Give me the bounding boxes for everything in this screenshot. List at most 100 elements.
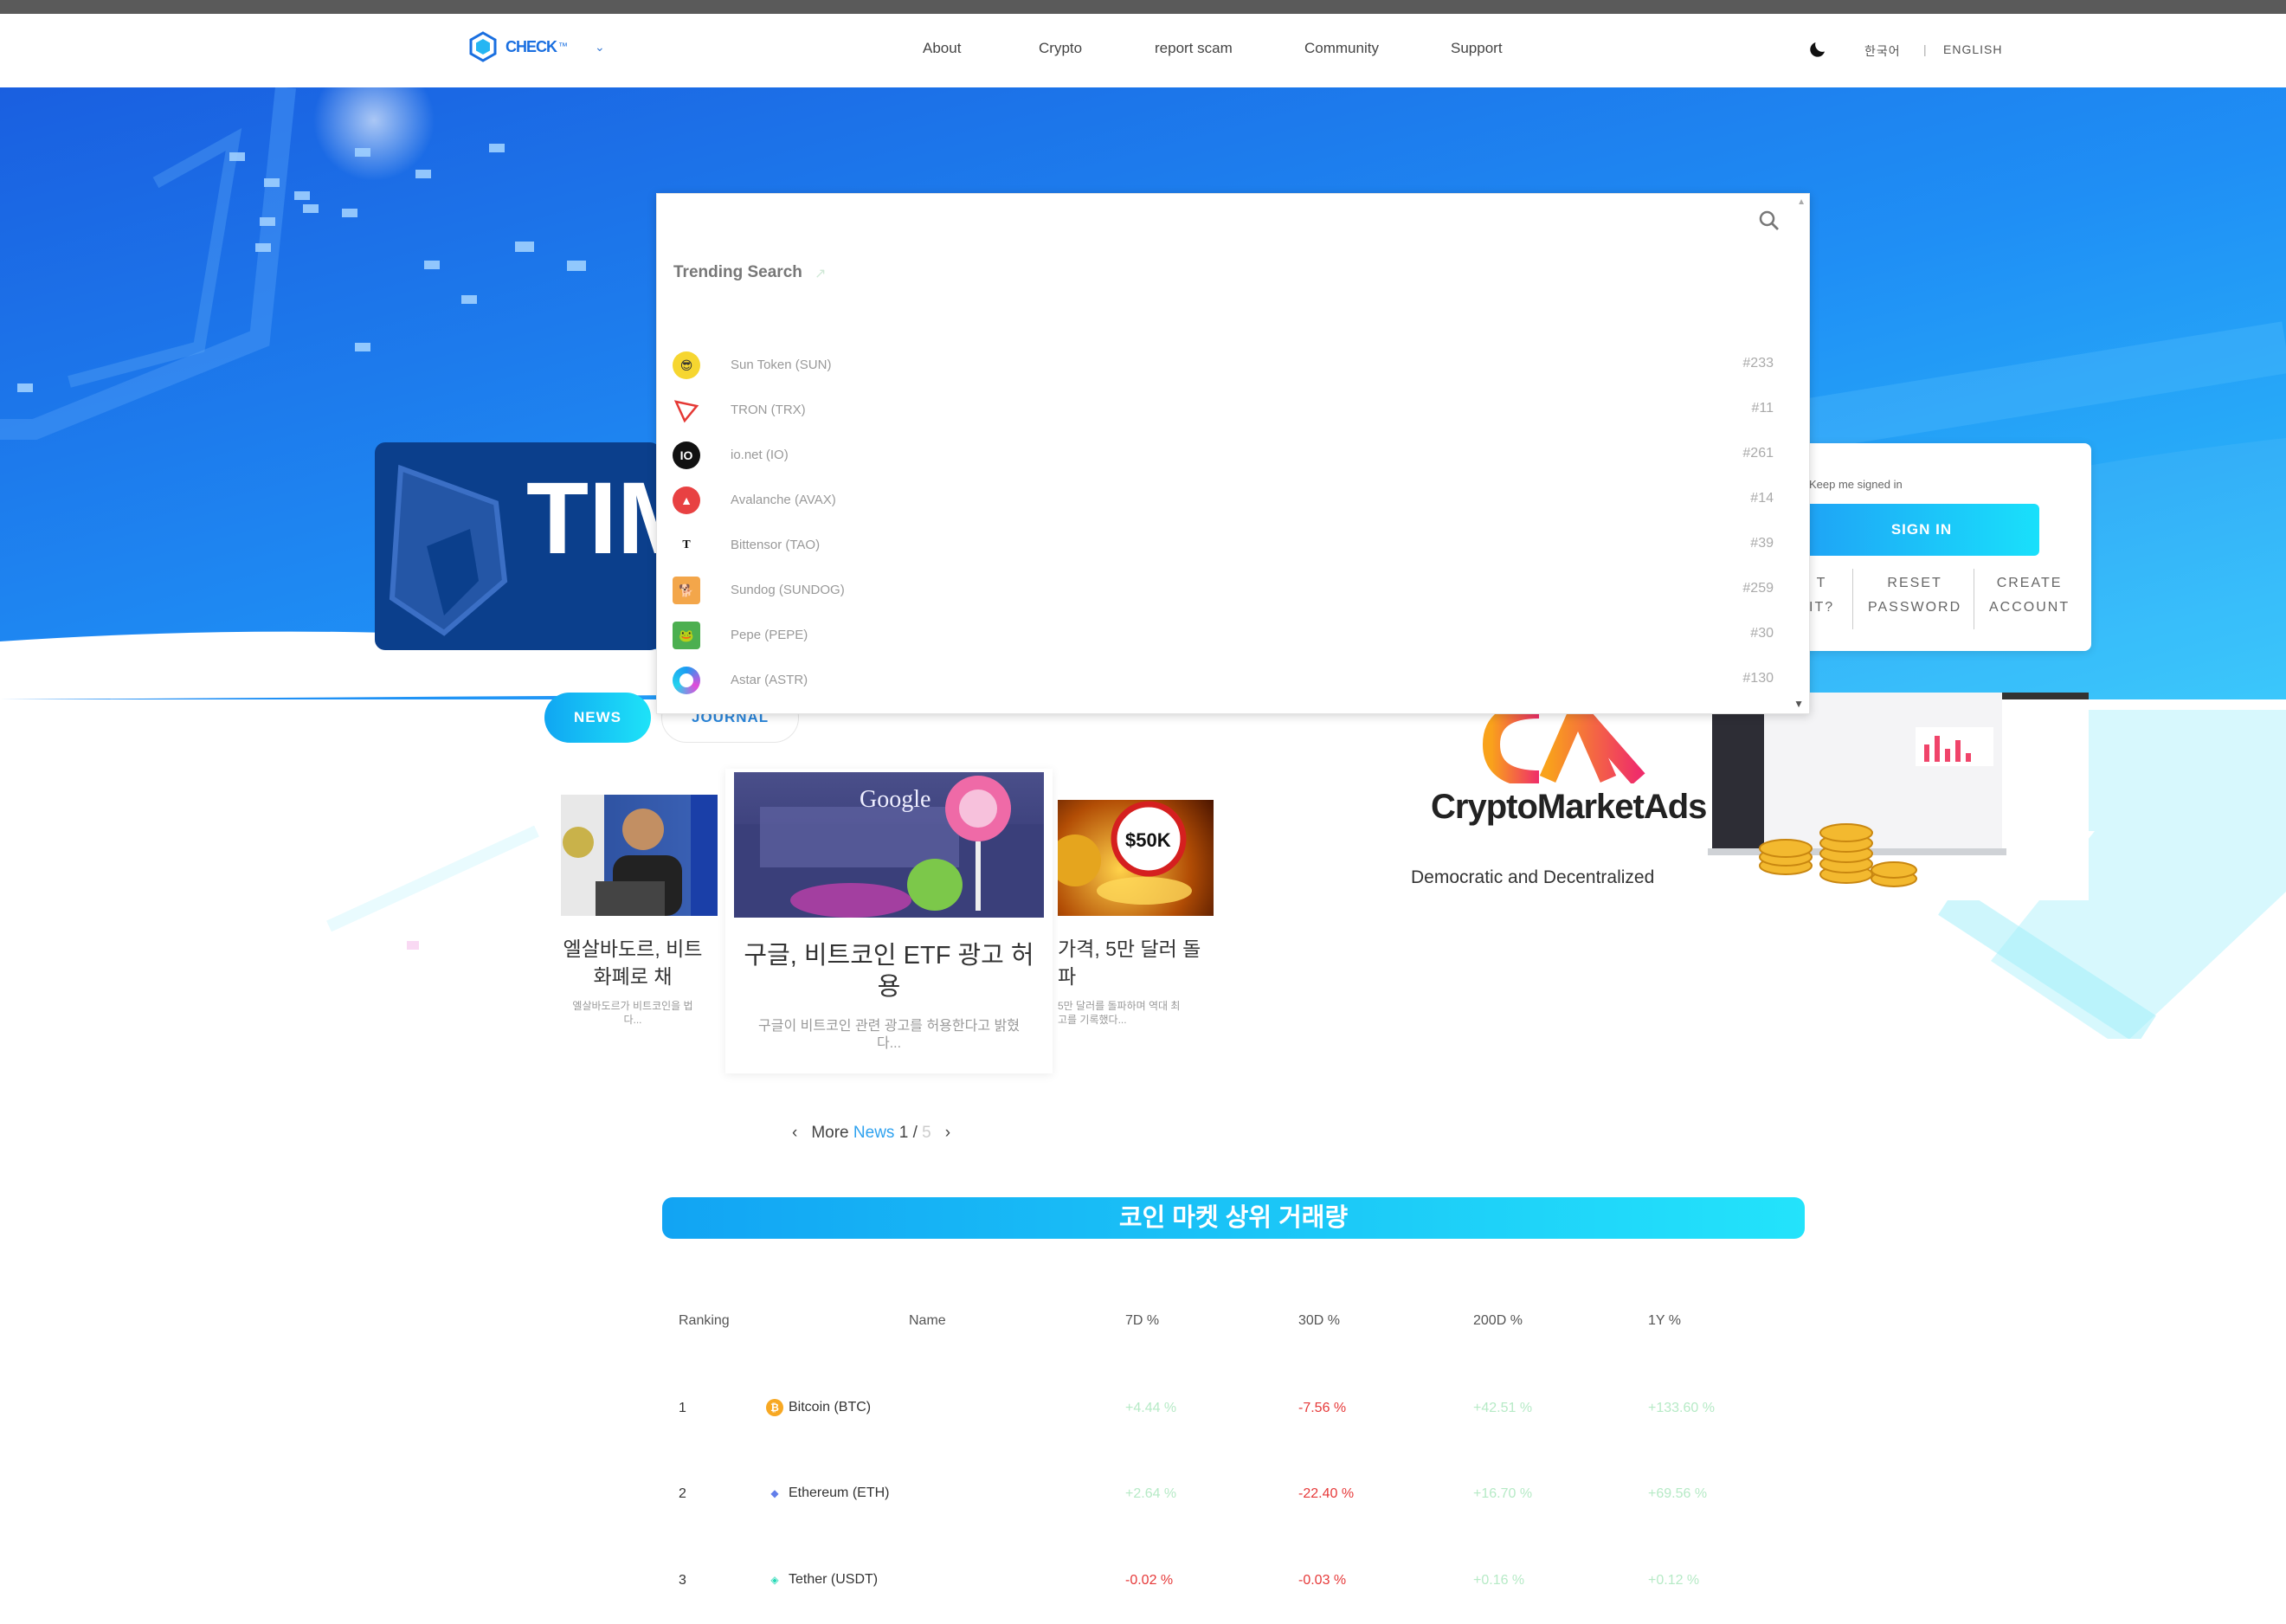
trending-rank: #39 [1750, 536, 1774, 551]
create-account-link[interactable]: CREATE ACCOUNT [1989, 571, 2070, 620]
row-200d: +16.70 % [1473, 1486, 1533, 1501]
news-description: 5만 달러를 돌파하며 역대 최 고를 기록했다... [1058, 1000, 1181, 1026]
trending-name: Sundog (SUNDOG) [731, 583, 845, 597]
pager-news-link[interactable]: News [853, 1124, 895, 1142]
trending-item[interactable]: IO io.net (IO) #261 [657, 435, 1811, 478]
price-badge-text: $50K [1125, 829, 1171, 851]
menu-report-scam[interactable]: report scam [1155, 40, 1233, 57]
trending-name: TRON (TRX) [731, 403, 806, 417]
tab-news[interactable]: NEWS [544, 693, 651, 743]
trending-name: io.net (IO) [731, 448, 789, 462]
lang-separator: | [1923, 42, 1928, 56]
sun-token-icon: 😎 [673, 351, 700, 379]
ethereum-icon: ◆ [766, 1485, 783, 1502]
scroll-up-icon[interactable]: ▲ [1797, 197, 1806, 207]
io-net-icon: IO [673, 441, 700, 469]
table-row-name[interactable]: ◈ Tether (USDT) [766, 1571, 878, 1589]
forgot-id-link[interactable]: T IT? [1809, 571, 1834, 620]
top-navbar: CHECK ™ ⌄ About Crypto report scam Commu… [0, 14, 2286, 87]
search-dropdown: ▲ Trending Search ↗ 😎 Sun Token (SUN) #2… [656, 193, 1810, 714]
forgot-line-2: IT? [1809, 600, 1835, 615]
banner-shield-icon [389, 464, 508, 636]
col-30d[interactable]: 30D % [1298, 1313, 1340, 1329]
create-line-1: CREATE [1996, 576, 2063, 590]
lang-korean[interactable]: 한국어 [1864, 42, 1901, 60]
trending-rank: #14 [1750, 491, 1774, 506]
menu-community[interactable]: Community [1304, 40, 1379, 57]
col-ranking[interactable]: Ranking [679, 1313, 730, 1329]
avalanche-icon: ▲ [673, 487, 700, 514]
trending-rank: #261 [1742, 446, 1774, 461]
trending-item[interactable]: TRON (TRX) #11 [657, 390, 1811, 433]
dark-mode-icon[interactable] [1807, 39, 1828, 60]
trending-title: Trending Search [673, 263, 802, 281]
sign-in-button[interactable]: SIGN IN [1804, 504, 2039, 556]
row-7d: +4.44 % [1125, 1401, 1177, 1415]
site-logo[interactable]: CHECK ™ [467, 31, 568, 62]
trending-item[interactable]: T Bittensor (TAO) #39 [657, 525, 1811, 568]
col-200d[interactable]: 200D % [1473, 1313, 1523, 1329]
col-name[interactable]: Name [909, 1313, 946, 1329]
row-rank: 3 [679, 1573, 686, 1588]
menu-about[interactable]: About [923, 40, 961, 57]
trending-rank: #130 [1742, 671, 1774, 686]
trending-rank: #233 [1742, 356, 1774, 371]
coin-name: Tether (USDT) [789, 1572, 879, 1588]
google-sign-text: Google [860, 786, 930, 813]
reset-line-1: RESET [1887, 576, 1942, 590]
trending-rank: #259 [1742, 581, 1774, 596]
lang-english[interactable]: ENGLISH [1943, 42, 2002, 56]
search-icon[interactable] [1756, 208, 1782, 234]
ads-title: CryptoMarketAds [1431, 788, 1707, 826]
news-image: $50K [1058, 800, 1214, 916]
scroll-down-icon[interactable]: ▼ [1793, 698, 1804, 710]
news-title: 엘살바도르, 비트 화폐로 채 [563, 938, 703, 988]
pager-current: 1 [898, 1124, 909, 1142]
hero-banner[interactable]: TIM [375, 442, 660, 650]
keep-signed-label[interactable]: Keep me signed in [1809, 478, 1903, 491]
news-description: 구글이 비트코인 관련 광고를 허용한다고 밝혔 다... [758, 1019, 1020, 1051]
col-1y[interactable]: 1Y % [1648, 1313, 1681, 1329]
reset-password-link[interactable]: RESET PASSWORD [1868, 571, 1961, 620]
link-divider [1852, 569, 1853, 629]
chevron-down-icon[interactable]: ⌄ [595, 40, 605, 55]
trending-item[interactable]: 🐕 Sundog (SUNDOG) #259 [657, 570, 1811, 613]
row-rank: 1 [679, 1401, 686, 1415]
trending-name: Avalanche (AVAX) [731, 493, 836, 507]
table-row-name[interactable]: ₿ Bitcoin (BTC) [766, 1399, 871, 1416]
trending-item[interactable]: ▲ Avalanche (AVAX) #14 [657, 480, 1811, 523]
crypto-market-ads[interactable]: CryptoMarketAds Democratic and Decentral… [1383, 693, 2093, 900]
news-card[interactable]: $50K 가격, 5만 달러 돌파 5만 달러를 돌파하며 역대 최 고를 기록했… [1058, 795, 1224, 1041]
menu-crypto[interactable]: Crypto [1039, 40, 1082, 57]
tron-icon [673, 396, 700, 424]
logo-trademark: ™ [558, 42, 569, 52]
pager-total: 5 [922, 1124, 931, 1142]
menu-support[interactable]: Support [1451, 40, 1503, 57]
col-7d[interactable]: 7D % [1125, 1313, 1159, 1329]
row-1y: +133.60 % [1648, 1401, 1715, 1415]
news-image: Google [734, 772, 1044, 918]
logo-text: CHECK [505, 37, 557, 55]
row-30d: -7.56 % [1298, 1401, 1347, 1415]
laptop-illustration [1708, 693, 2089, 900]
pager-sep: / [912, 1124, 918, 1142]
ads-subtitle: Democratic and Decentralized [1411, 867, 1655, 887]
news-card-featured[interactable]: Google 구글, 비트코인 ETF 광고 허용 구글이 비트코인 관련 광고… [725, 769, 1053, 1073]
news-pager: ‹ More News 1 / 5 › [792, 1124, 950, 1143]
trending-name: Bittensor (TAO) [731, 538, 821, 552]
news-card[interactable]: 엘살바도르, 비트 화폐로 채 엘살바도르가 비트코인을 법 다... [548, 795, 718, 1041]
coin-name: Ethereum (ETH) [789, 1485, 890, 1501]
trending-item[interactable]: Astar (ASTR) #130 [657, 660, 1811, 703]
trending-name: Sun Token (SUN) [731, 358, 832, 372]
trending-item[interactable]: 😎 Sun Token (SUN) #233 [657, 345, 1811, 388]
trending-rank: #30 [1750, 626, 1774, 641]
bittensor-icon: T [673, 532, 700, 559]
top-volume-banner: 코인 마켓 상위 거래량 [662, 1197, 1805, 1239]
next-arrow-icon[interactable]: › [945, 1124, 950, 1143]
prev-arrow-icon[interactable]: ‹ [792, 1124, 797, 1143]
login-card: Keep me signed in SIGN IN T IT? RESET PA… [1792, 443, 2091, 651]
table-row-name[interactable]: ◆ Ethereum (ETH) [766, 1485, 889, 1502]
trending-item[interactable]: 🐸 Pepe (PEPE) #30 [657, 615, 1811, 658]
news-description: 엘살바도르가 비트코인을 법 다... [572, 1000, 693, 1026]
pepe-icon: 🐸 [673, 622, 700, 649]
